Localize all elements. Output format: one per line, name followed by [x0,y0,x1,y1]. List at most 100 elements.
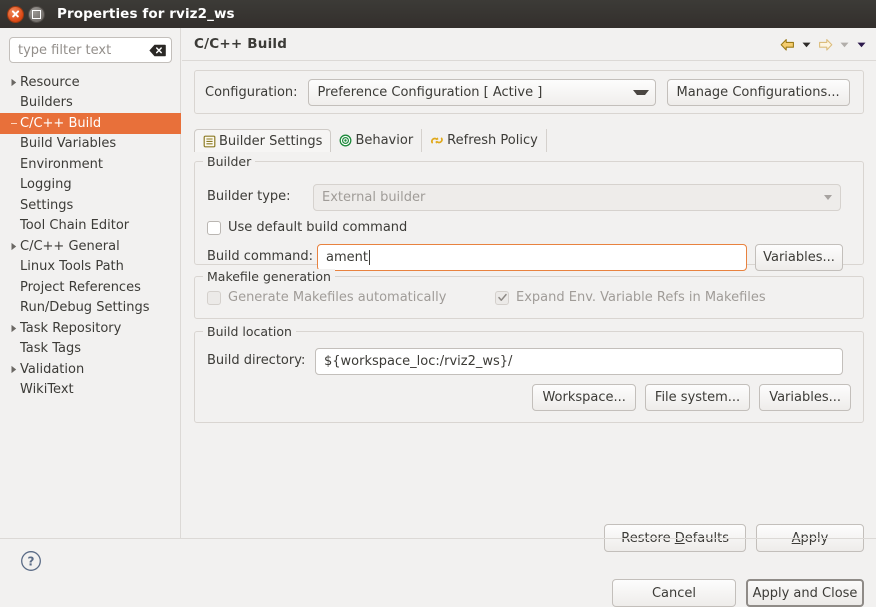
view-menu-chevron-down-icon[interactable] [856,39,867,50]
checkbox-box [207,221,221,235]
sidebar-item-label: Run/Debug Settings [19,300,150,315]
settings-tree[interactable]: Resource Builders C/C++ Build Build Variabl… [0,70,181,420]
chevron-down-icon [633,90,649,95]
window-titlebar: Properties for rviz2_ws [0,0,876,28]
builder-type-value: External builder [322,190,425,205]
use-default-build-command-checkbox[interactable]: Use default build command [207,220,407,235]
collapse-icon[interactable] [8,123,19,125]
tab-behavior[interactable]: Behavior [331,129,422,152]
file-system-button[interactable]: File system... [645,384,750,411]
sidebar-item-label: Resource [19,75,80,90]
refresh-policy-icon [430,134,444,147]
sidebar-item-build-variables[interactable]: Build Variables [0,134,181,155]
sidebar-item-validation[interactable]: Validation [0,359,181,380]
sidebar-item-label: Linux Tools Path [19,259,124,274]
expand-env-variable-refs-label: Expand Env. Variable Refs in Makefiles [516,290,766,305]
generate-makefiles-checkbox: Generate Makefiles automatically [207,290,446,305]
sidebar-item-c-c-build[interactable]: C/C++ Build [0,113,181,134]
builder-settings-panel: Builder Builder type: External builder U… [194,151,864,489]
page-title: C/C++ Build [194,36,287,52]
sidebar-item-resource[interactable]: Resource [0,72,181,93]
sidebar-item-logging[interactable]: Logging [0,175,181,196]
build-command-value: ament [326,250,368,265]
svg-text:?: ? [28,554,35,568]
build-directory-input[interactable]: ${workspace_loc:/rviz2_ws}/ [315,348,843,375]
build-location-legend: Build location [203,324,296,339]
behavior-target-icon [339,134,352,147]
sidebar-item-task-repository[interactable]: Task Repository [0,318,181,339]
sidebar-item-builders[interactable]: Builders [0,93,181,114]
clear-icon[interactable] [149,44,166,57]
back-history-chevron-down-icon[interactable] [801,39,812,50]
help-button[interactable]: ? [20,550,42,576]
checkbox-box [495,291,509,305]
chevron-right-icon[interactable] [8,365,19,374]
dialog-divider [0,538,876,539]
sidebar-item-wikitext[interactable]: WikiText [0,380,181,401]
sidebar-item-label: Environment [19,157,103,172]
cancel-button[interactable]: Cancel [612,579,736,607]
build-command-label: Build command: [207,249,313,264]
tab-refresh-policy-label: Refresh Policy [447,133,538,148]
builder-type-label: Builder type: [207,189,291,204]
sidebar-item-run-debug-settings[interactable]: Run/Debug Settings [0,298,181,319]
settings-sidebar: type filter text Resource Builders C/C++ B… [0,28,181,538]
build-location-variables-button[interactable]: Variables... [759,384,851,411]
sidebar-item-label: C/C++ General [19,239,120,254]
maximize-icon[interactable] [28,6,45,23]
apply-and-close-button[interactable]: Apply and Close [746,579,864,607]
sidebar-item-label: WikiText [19,382,74,397]
sidebar-item-label: Tool Chain Editor [19,218,129,233]
builder-settings-icon [203,135,216,148]
expand-env-variable-refs-checkbox: Expand Env. Variable Refs in Makefiles [495,290,766,305]
close-icon[interactable] [7,6,24,23]
help-icon: ? [20,561,42,576]
sidebar-item-label: C/C++ Build [19,116,101,131]
build-command-variables-button[interactable]: Variables... [755,244,843,271]
configuration-selected-value: Preference Configuration [ Active ] [318,85,543,100]
sidebar-item-project-references[interactable]: Project References [0,277,181,298]
page-header: C/C++ Build [182,28,876,61]
dialog-action-buttons: Cancel Apply and Close [612,579,864,607]
manage-configurations-button[interactable]: Manage Configurations... [667,79,850,106]
sidebar-item-linux-tools-path[interactable]: Linux Tools Path [0,257,181,278]
build-directory-value: ${workspace_loc:/rviz2_ws}/ [324,354,512,369]
build-location-buttons: Workspace... File system... Variables... [532,384,851,411]
sidebar-item-label: Project References [19,280,141,295]
makefile-generation-group: Makefile generation Generate Makefiles a… [194,276,864,319]
tab-behavior-label: Behavior [355,133,413,148]
sidebar-item-settings[interactable]: Settings [0,195,181,216]
sidebar-item-label: Build Variables [19,136,116,151]
text-cursor [369,250,370,265]
tab-builder-settings-label: Builder Settings [219,134,322,149]
search-input[interactable]: type filter text [18,43,149,58]
workspace-button[interactable]: Workspace... [532,384,635,411]
forward-arrow-icon[interactable] [818,38,833,52]
back-arrow-icon[interactable] [780,38,795,52]
chevron-right-icon[interactable] [8,78,19,87]
chevron-right-icon[interactable] [8,324,19,333]
tab-refresh-policy[interactable]: Refresh Policy [422,129,547,152]
sidebar-item-label: Task Repository [19,321,121,336]
sidebar-item-environment[interactable]: Environment [0,154,181,175]
makefile-generation-legend: Makefile generation [203,269,335,284]
sidebar-item-label: Builders [19,95,73,110]
settings-tabs[interactable]: Builder Settings Behavior [194,128,864,152]
build-command-input[interactable]: ament [317,244,747,271]
build-location-group: Build location Build directory: ${worksp… [194,331,864,423]
sidebar-item-label: Validation [19,362,84,377]
tab-builder-settings[interactable]: Builder Settings [194,129,331,152]
filter-box[interactable]: type filter text [9,37,172,63]
build-directory-label: Build directory: [207,353,305,368]
sidebar-item-c-c-general[interactable]: C/C++ General [0,236,181,257]
settings-page: C/C++ Build [182,28,876,538]
sidebar-item-tool-chain-editor[interactable]: Tool Chain Editor [0,216,181,237]
sidebar-item-task-tags[interactable]: Task Tags [0,339,181,360]
page-navigation [780,28,867,61]
sidebar-item-label: Settings [19,198,73,213]
forward-history-chevron-down-icon [839,39,850,50]
configuration-select[interactable]: Preference Configuration [ Active ] [308,79,656,106]
chevron-right-icon[interactable] [8,242,19,251]
use-default-build-command-label: Use default build command [228,220,407,235]
sidebar-item-label: Task Tags [19,341,81,356]
